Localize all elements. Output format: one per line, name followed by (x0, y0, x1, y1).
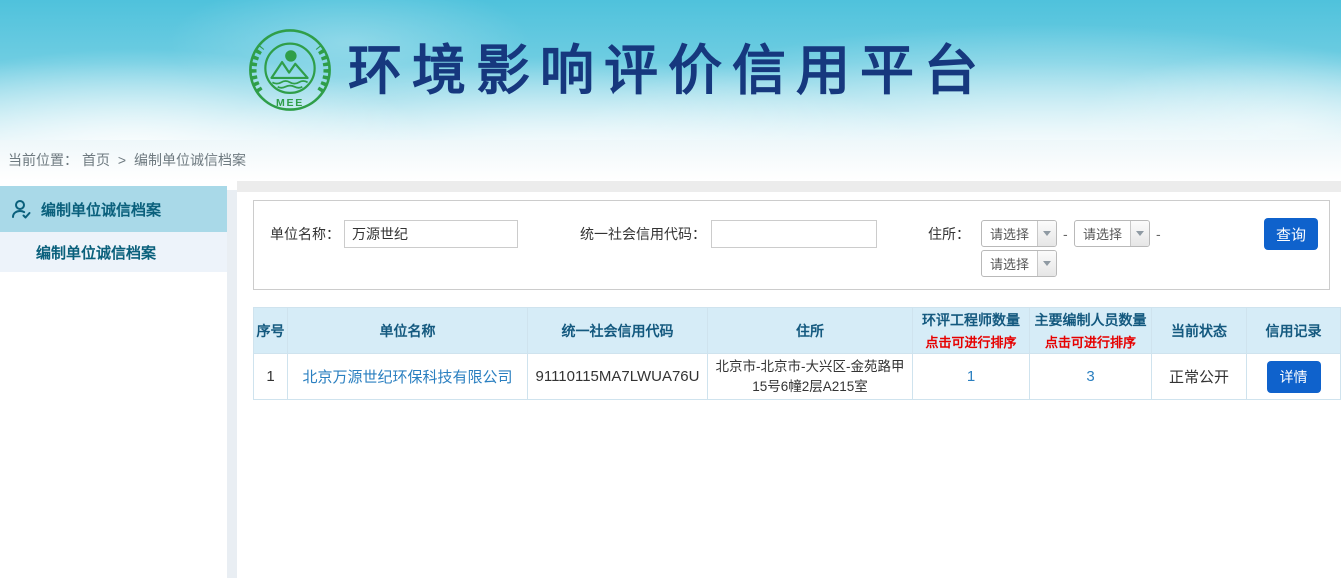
table-header-row: 序号 单位名称 统一社会信用代码 住所 环评工程师数量 点击可进行排序 主要编制… (254, 308, 1341, 354)
page: MEE 环境影响评价信用平台 当前位置：首页 > 编制单位诚信档案 编制单位诚信… (0, 0, 1341, 578)
breadcrumb-home-link[interactable]: 首页 (82, 152, 110, 168)
query-button[interactable]: 查询 (1264, 218, 1318, 250)
detail-button[interactable]: 详情 (1267, 361, 1321, 393)
table-row: 1 北京万源世纪环保科技有限公司 91110115MA7LWUA76U 北京市-… (254, 354, 1341, 400)
cell-credit-code: 91110115MA7LWUA76U (528, 354, 708, 400)
svg-text:MEE: MEE (276, 97, 304, 109)
address-label: 住所： (894, 220, 970, 248)
chevron-down-icon[interactable] (1130, 221, 1149, 246)
address-dash: - (1063, 220, 1068, 248)
cell-status: 正常公开 (1152, 354, 1247, 400)
sidebar-subitem-label: 编制单位诚信档案 (36, 242, 156, 263)
chevron-down-icon[interactable] (1037, 221, 1056, 246)
city-select[interactable]: 请选择 (1074, 220, 1150, 247)
unit-name-label: 单位名称： (254, 220, 340, 248)
breadcrumb-prefix: 当前位置： (8, 152, 78, 168)
sort-hint[interactable]: 点击可进行排序 (1032, 332, 1149, 351)
breadcrumb-separator: > (118, 152, 126, 168)
search-panel: 单位名称： 统一社会信用代码： 住所： 请选择 - 请选择 - 请选择 查询 (253, 200, 1330, 290)
col-address: 住所 (708, 308, 913, 354)
sort-hint[interactable]: 点击可进行排序 (915, 332, 1027, 351)
col-staff-count[interactable]: 主要编制人员数量 点击可进行排序 (1030, 308, 1152, 354)
city-select-value: 请选择 (1075, 224, 1130, 243)
sidebar-item-unit-credit-archive[interactable]: 编制单位诚信档案 (0, 186, 227, 232)
col-credit-record: 信用记录 (1247, 308, 1341, 354)
credit-code-input[interactable] (711, 220, 877, 248)
col-engineer-count[interactable]: 环评工程师数量 点击可进行排序 (913, 308, 1030, 354)
breadcrumb: 当前位置：首页 > 编制单位诚信档案 (0, 140, 1341, 181)
col-index: 序号 (254, 308, 288, 354)
sidebar-divider (227, 190, 237, 578)
col-unit-name: 单位名称 (288, 308, 528, 354)
credit-code-label: 统一社会信用代码： (554, 220, 706, 248)
col-credit-code: 统一社会信用代码 (528, 308, 708, 354)
province-select[interactable]: 请选择 (981, 220, 1057, 247)
district-select-value: 请选择 (982, 254, 1037, 273)
engineer-count-link[interactable]: 1 (967, 368, 975, 385)
chevron-down-icon[interactable] (1037, 251, 1056, 276)
address-dash: - (1156, 220, 1161, 248)
unit-name-link[interactable]: 北京万源世纪环保科技有限公司 (302, 369, 512, 386)
sidebar-subitem-unit-credit-archive[interactable]: 编制单位诚信档案 (0, 232, 227, 272)
content-top-divider (237, 181, 1341, 192)
sidebar-item-label: 编制单位诚信档案 (41, 199, 161, 220)
col-status: 当前状态 (1152, 308, 1247, 354)
province-select-value: 请选择 (982, 224, 1037, 243)
staff-count-link[interactable]: 3 (1086, 368, 1094, 385)
header-banner: MEE 环境影响评价信用平台 (0, 0, 1341, 140)
unit-name-input[interactable] (344, 220, 518, 248)
district-select[interactable]: 请选择 (981, 250, 1057, 277)
cell-address: 北京市-北京市-大兴区-金苑路甲15号6幢2层A215室 (708, 354, 913, 400)
results-table: 序号 单位名称 统一社会信用代码 住所 环评工程师数量 点击可进行排序 主要编制… (253, 307, 1341, 400)
cell-index: 1 (254, 354, 288, 400)
page-title: 环境影响评价信用平台 (348, 36, 988, 106)
mee-logo-icon: MEE (246, 26, 334, 114)
user-check-icon (9, 197, 33, 221)
breadcrumb-current: 编制单位诚信档案 (134, 152, 246, 168)
